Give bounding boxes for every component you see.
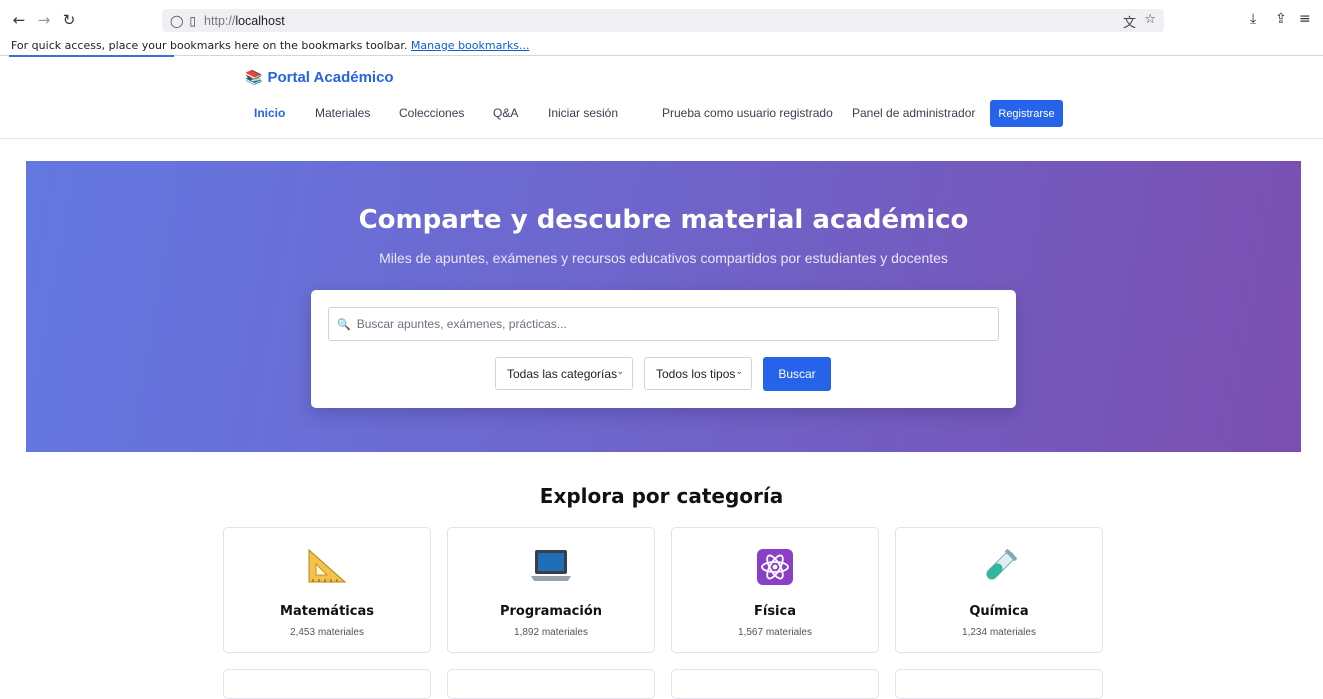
nav-item-usuario-registrado[interactable]: Prueba como usuario registrado <box>662 106 833 120</box>
site-header: 📚 Portal Académico Inicio Materiales Col… <box>0 57 1323 139</box>
nav-item-qa[interactable]: Q&A <box>493 106 518 120</box>
type-select-value: Todos los tipos <box>656 366 736 381</box>
search-icon: 🔍 <box>337 317 351 331</box>
logo-text: Portal Académico <box>267 69 394 86</box>
search-button[interactable]: Buscar <box>763 357 831 391</box>
bookmark-star-icon[interactable]: ☆ <box>1144 12 1156 27</box>
page-icon: ▯ <box>189 13 197 28</box>
category-name: Química <box>969 604 1029 619</box>
category-card[interactable] <box>671 669 879 699</box>
url-text: http://localhost <box>204 13 285 28</box>
category-card-programacion[interactable]: Programación 1,892 materiales <box>447 527 655 653</box>
category-card[interactable] <box>447 669 655 699</box>
atom-icon <box>672 548 878 586</box>
nav-item-inicio[interactable]: Inicio <box>254 106 285 120</box>
category-select[interactable]: Todas las categorías ⌄ <box>495 357 633 390</box>
category-select-value: Todas las categorías <box>507 366 618 381</box>
download-icon[interactable]: ⤓ <box>1250 11 1256 27</box>
triangular-ruler-icon <box>224 548 430 584</box>
laptop-icon <box>448 548 654 584</box>
hero-title: Comparte y descubre material académico <box>358 205 969 235</box>
nav-item-iniciar-sesion[interactable]: Iniciar sesión <box>548 106 618 120</box>
manage-bookmarks-link[interactable]: Manage bookmarks... <box>411 39 530 52</box>
category-card-fisica[interactable]: Física 1,567 materiales <box>671 527 879 653</box>
back-arrow-icon[interactable]: ← <box>9 10 29 30</box>
hero-banner: Comparte y descubre material académico M… <box>26 161 1301 452</box>
search-placeholder: Buscar apuntes, exámenes, prácticas... <box>356 317 567 331</box>
category-count: 1,892 materiales <box>514 627 588 638</box>
category-card[interactable] <box>895 669 1103 699</box>
category-name: Programación <box>499 604 603 619</box>
type-select[interactable]: Todos los tipos ⌄ <box>644 357 752 390</box>
category-card-quimica[interactable]: Química 1,234 materiales <box>895 527 1103 653</box>
category-name: Física <box>753 604 796 619</box>
chevron-down-icon: ⌄ <box>735 367 743 377</box>
category-card-matematicas[interactable]: Matemáticas 2,453 materiales <box>223 527 431 653</box>
main-nav: Inicio Materiales Colecciones Q&A Inicia… <box>0 100 1323 128</box>
share-icon[interactable]: ⇪ <box>1275 11 1287 27</box>
nav-item-materiales[interactable]: Materiales <box>315 106 370 120</box>
category-count: 1,567 materiales <box>738 627 812 638</box>
nav-item-admin-panel[interactable]: Panel de administrador <box>852 106 975 120</box>
category-card[interactable] <box>223 669 431 699</box>
browser-toolbar: ← → ↻ ◯ ▯ http://localhost 文 ☆ ⤓ ⇪ ≡ <box>0 0 1323 40</box>
chevron-down-icon: ⌄ <box>616 367 624 377</box>
bookmarks-toolbar: For quick access, place your bookmarks h… <box>0 37 1323 56</box>
translate-icon[interactable]: 文 <box>1123 12 1136 31</box>
reload-icon[interactable]: ↻ <box>59 10 79 30</box>
test-tube-icon <box>896 548 1102 586</box>
menu-icon[interactable]: ≡ <box>1299 11 1311 27</box>
bookmarks-hint: For quick access, place your bookmarks h… <box>11 39 408 52</box>
forward-arrow-icon[interactable]: → <box>34 10 54 30</box>
category-count: 1,234 materiales <box>962 627 1036 638</box>
hero-subtitle: Miles de apuntes, exámenes y recursos ed… <box>379 250 948 266</box>
category-count: 2,453 materiales <box>290 627 364 638</box>
site-logo[interactable]: 📚 Portal Académico <box>245 69 394 86</box>
categories-title: Explora por categoría <box>539 484 784 508</box>
register-button[interactable]: Registrarse <box>990 100 1063 127</box>
shield-icon: ◯ <box>170 13 184 28</box>
search-input[interactable]: 🔍 Buscar apuntes, exámenes, prácticas... <box>328 307 999 341</box>
address-bar[interactable]: ◯ ▯ http://localhost 文 ☆ <box>162 9 1164 32</box>
search-card: 🔍 Buscar apuntes, exámenes, prácticas...… <box>311 290 1016 408</box>
category-name: Matemáticas <box>280 604 374 619</box>
books-icon: 📚 <box>245 69 263 86</box>
nav-item-colecciones[interactable]: Colecciones <box>399 106 464 120</box>
